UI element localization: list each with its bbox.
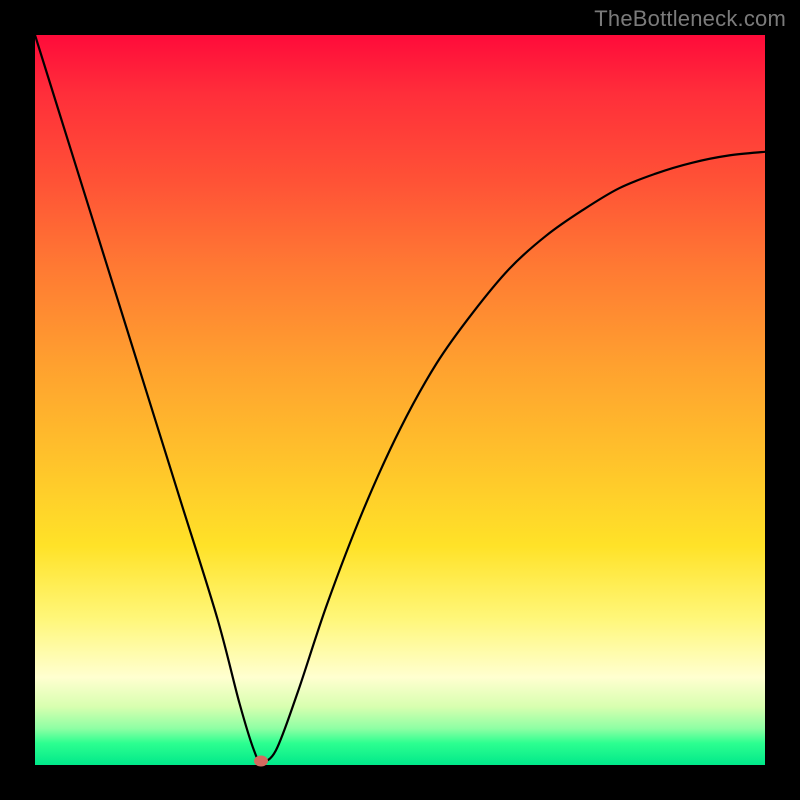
watermark-text: TheBottleneck.com — [594, 6, 786, 32]
plot-area — [35, 35, 765, 765]
curve-path — [35, 35, 765, 761]
optimum-marker — [254, 756, 268, 767]
chart-frame: TheBottleneck.com — [0, 0, 800, 800]
bottleneck-curve — [35, 35, 765, 765]
